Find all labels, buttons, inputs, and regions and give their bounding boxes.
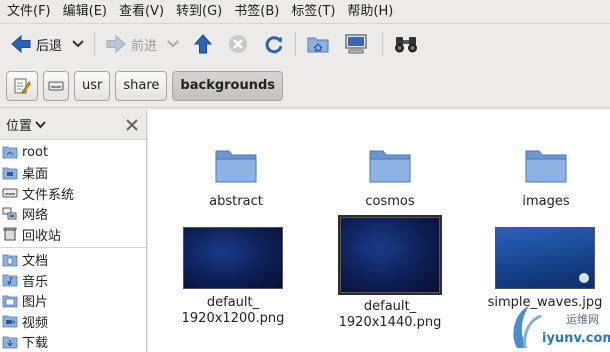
image-thumbnail [338, 215, 442, 295]
menu-go[interactable]: 转到(G) [173, 0, 231, 24]
forward-label: 前进 [131, 38, 158, 54]
sidebar-item-label: 文件系统 [22, 187, 75, 203]
menu-edit[interactable]: 编辑(E) [60, 0, 116, 24]
sidebar-item-label: 音乐 [22, 274, 49, 290]
file-name-line2: 1920x1200.png [181, 311, 285, 326]
back-history-dropdown-icon[interactable] [72, 39, 84, 49]
downloads-folder-icon [2, 336, 18, 349]
home-folder-icon [307, 37, 329, 53]
back-label: 后退 [36, 38, 63, 54]
back-button[interactable]: 后退 [6, 29, 88, 59]
sidebar-item-label: root [22, 144, 49, 160]
binoculars-icon [395, 37, 418, 53]
stop-icon [229, 35, 248, 53]
reload-icon [265, 36, 283, 54]
close-icon[interactable] [126, 118, 138, 131]
sidebar-item-network[interactable]: 网络 [0, 204, 146, 225]
sidebar-item-root[interactable]: root [0, 142, 146, 163]
network-icon [2, 207, 17, 220]
folder-icon [215, 150, 257, 183]
location-bar: usr share backgrounds [0, 64, 610, 108]
sidebar-item-desktop[interactable]: 桌面 [0, 163, 146, 184]
stop-button[interactable] [223, 29, 253, 59]
menubar: 文件(F) 编辑(E) 查看(V) 转到(G) 书签(B) 标签(T) 帮助(H… [0, 0, 610, 24]
file-name-line1: default_ [363, 299, 417, 314]
trash-icon [3, 227, 17, 241]
sidebar-item-trash[interactable]: 回收站 [0, 224, 146, 245]
desktop-folder-icon [2, 167, 18, 180]
up-arrow-icon [193, 34, 213, 54]
hard-disk-icon [48, 81, 64, 90]
folder-icon [525, 150, 567, 183]
places-sidebar: 位置 root 桌面 文件系统 网络 回收站 文档 音乐 图片 视频 下载 [0, 110, 147, 352]
forward-arrow-icon [106, 34, 126, 54]
sidebar-title: 位置 [6, 119, 33, 134]
image-file-item[interactable]: default_ 1920x1200.png [163, 227, 303, 327]
sidebar-item-label: 回收站 [22, 228, 62, 244]
folder-item[interactable]: images [476, 146, 610, 210]
computer-icon [345, 34, 367, 54]
sidebar-item-downloads[interactable]: 下载 [0, 332, 146, 352]
music-folder-icon [2, 274, 18, 287]
watermark-text-cn: 运维网 [566, 313, 599, 326]
sidebar-item-documents[interactable]: 文档 [0, 250, 146, 271]
computer-button[interactable] [340, 29, 372, 59]
toolbar-separator [295, 32, 297, 56]
image-thumbnail [183, 227, 283, 289]
folder-item[interactable]: cosmos [320, 146, 460, 210]
sidebar-item-label: 文档 [22, 254, 49, 270]
home-button[interactable] [302, 29, 334, 59]
edit-location-icon [14, 78, 31, 93]
menu-view[interactable]: 查看(V) [116, 0, 173, 24]
sidebar-item-videos[interactable]: 视频 [0, 311, 146, 332]
toolbar: 后退 前进 [0, 25, 610, 63]
crumb-root-disk[interactable] [43, 70, 69, 101]
menu-help[interactable]: 帮助(H) [344, 0, 402, 24]
search-button[interactable] [389, 29, 423, 59]
image-thumbnail [495, 227, 595, 289]
toggle-location-entry-button[interactable] [6, 70, 38, 101]
hard-disk-icon [2, 188, 18, 198]
reload-button[interactable] [259, 29, 289, 59]
forward-button[interactable]: 前进 [101, 29, 183, 59]
logo-icon [579, 273, 589, 283]
forward-history-dropdown-icon[interactable] [167, 39, 179, 49]
sidebar-item-label: 视频 [22, 315, 49, 331]
watermark-text-url: iyunv.com [542, 331, 610, 346]
sidebar-selector[interactable]: 位置 [6, 115, 46, 134]
folder-item[interactable]: abstract [166, 146, 306, 210]
sidebar-item-label: 图片 [22, 295, 49, 311]
crumb-usr[interactable]: usr [74, 70, 111, 101]
sidebar-item-label: 桌面 [22, 167, 49, 183]
toolbar-separator [94, 32, 96, 56]
menu-file[interactable]: 文件(F) [4, 0, 60, 24]
file-name: abstract [209, 194, 263, 209]
documents-folder-icon [2, 254, 18, 267]
file-name: images [522, 194, 570, 209]
file-name: cosmos [365, 194, 415, 209]
toolbar-separator [382, 32, 384, 56]
chevron-down-icon [35, 120, 46, 128]
sidebar-item-music[interactable]: 音乐 [0, 270, 146, 291]
sidebar-item-label: 网络 [22, 208, 49, 224]
crumb-backgrounds[interactable]: backgrounds [172, 70, 284, 101]
folder-icon [369, 150, 411, 183]
up-button[interactable] [189, 29, 217, 59]
image-file-item[interactable]: default_ 1920x1440.png [320, 215, 460, 331]
crumb-share[interactable]: share [115, 70, 168, 101]
menu-bookmarks[interactable]: 书签(B) [231, 0, 288, 24]
sidebar-item-pictures[interactable]: 图片 [0, 291, 146, 312]
file-name-line1: default_ [206, 295, 260, 310]
sidebar-item-filesystem[interactable]: 文件系统 [0, 183, 146, 204]
home-folder-icon [2, 146, 18, 159]
sidebar-item-label: 下载 [22, 336, 49, 352]
file-name-line2: 1920x1440.png [338, 315, 442, 330]
sidebar-separator [0, 246, 146, 248]
videos-folder-icon [2, 315, 18, 328]
sidebar-header: 位置 [0, 110, 146, 140]
menu-tabs[interactable]: 标签(T) [288, 0, 344, 24]
back-arrow-icon [11, 34, 31, 54]
pictures-folder-icon [2, 295, 18, 308]
